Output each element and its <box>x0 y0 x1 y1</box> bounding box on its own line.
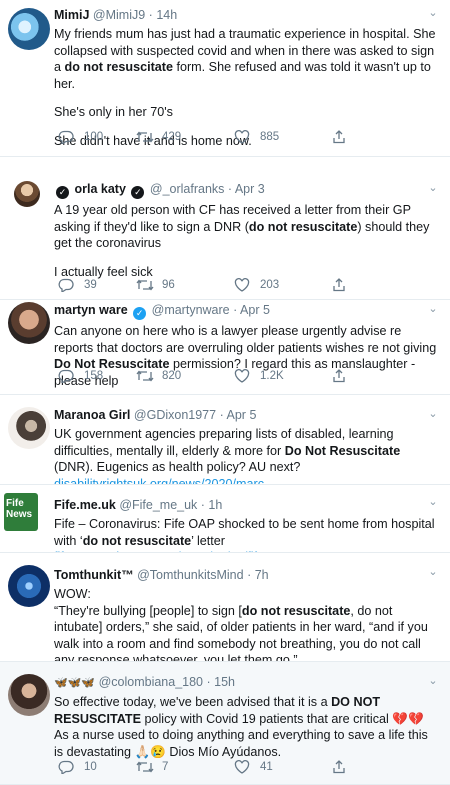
tweet-header: Maranoa Girl @GDixon1977 · Apr 5 <box>54 408 257 422</box>
avatar-text: Fife News <box>6 498 33 520</box>
display-name[interactable]: martyn ware <box>54 303 128 317</box>
tweet[interactable]: ⌄ martyn ware ✓ @martynware · Apr 5 Can … <box>0 300 450 395</box>
tweet-paragraph: So effective today, we've been advised t… <box>54 695 428 759</box>
timestamp[interactable]: Apr 5 <box>240 303 270 317</box>
tweet-text: Fife – Coronavirus: Fife OAP shocked to … <box>54 516 438 552</box>
display-name[interactable]: Fife.me.uk <box>54 498 116 512</box>
display-name[interactable]: orla katy <box>74 182 125 196</box>
verified-badge-icon: ✓ <box>56 186 69 199</box>
user-handle[interactable]: @MimiJ9 <box>93 8 145 22</box>
highlighted-term: do not resuscitate <box>241 603 351 618</box>
user-handle[interactable]: @GDixon1977 <box>134 408 216 422</box>
timestamp[interactable]: Apr 5 <box>227 408 257 422</box>
tweet-paragraph: UK government agencies preparing lists o… <box>54 426 438 485</box>
tweet-text: UK government agencies preparing lists o… <box>54 426 438 485</box>
tweet-header: 🦋🦋🦋 @colombiana_180 · 15h <box>54 675 235 689</box>
share-icon <box>333 369 345 383</box>
reply-count: 39 <box>84 279 97 291</box>
tweet[interactable]: ⌄ Tomthunkit™ @TomthunkitsMind · 7h WOW:… <box>0 553 450 662</box>
avatar[interactable] <box>8 8 50 50</box>
user-handle[interactable]: @TomthunkitsMind <box>137 568 243 582</box>
tweet-paragraph: WOW: “They're bullying [people] to sign [… <box>54 587 428 662</box>
tweet-actions: 100 429 885 <box>54 128 384 146</box>
tweet-header: MimiJ @MimiJ9 · 14h <box>54 8 178 22</box>
highlighted-term: do not resuscitate <box>82 533 192 548</box>
reply-icon <box>58 278 74 292</box>
timestamp[interactable]: 14h <box>156 8 177 22</box>
highlighted-term: DO NOT RESUSCITATE <box>54 695 381 726</box>
timestamp[interactable]: 1h <box>208 498 222 512</box>
display-name[interactable]: MimiJ <box>54 8 89 22</box>
avatar[interactable] <box>8 302 50 344</box>
timestamp[interactable]: 15h <box>214 675 235 689</box>
timestamp[interactable]: Apr 3 <box>235 182 265 196</box>
user-handle[interactable]: @martynware <box>152 303 230 317</box>
tweet-paragraph: Fife – Coronavirus: Fife OAP shocked to … <box>54 516 438 552</box>
tweet-text: WOW: “They're bullying [people] to sign [… <box>54 586 438 662</box>
tweet[interactable]: ⌄ Maranoa Girl @GDixon1977 · Apr 5 UK go… <box>0 395 450 485</box>
reply-count: 100 <box>84 131 104 143</box>
avatar[interactable] <box>8 674 50 716</box>
retweet-icon <box>136 761 154 773</box>
tweet-paragraph: She's only in her 70's <box>54 105 173 119</box>
display-name[interactable]: 🦋🦋🦋 <box>54 677 95 689</box>
like-count: 885 <box>260 131 280 143</box>
tweet-header: martyn ware ✓ @martynware · Apr 5 <box>54 303 270 320</box>
tweet-header: Tomthunkit™ @TomthunkitsMind · 7h <box>54 568 269 582</box>
share-icon <box>333 130 345 144</box>
retweet-count: 429 <box>162 131 182 143</box>
tweet[interactable]: ⌄ 🦋🦋🦋 @colombiana_180 · 15h So effective… <box>0 662 450 785</box>
like-icon <box>234 369 250 383</box>
avatar[interactable]: Fife News <box>4 493 38 531</box>
reply-count: 158 <box>84 370 104 382</box>
verified-badge-icon: ✓ <box>133 307 147 320</box>
tweet-paragraph: A 19 year old person with CF has receive… <box>54 203 430 250</box>
share-icon <box>333 278 345 292</box>
user-handle[interactable]: @Fife_me_uk <box>119 498 197 512</box>
avatar[interactable] <box>8 565 50 607</box>
tweet-link[interactable]: disabilityrightsuk.org/news/2020/marc… <box>54 477 277 485</box>
tweet-text: A 19 year old person with CF has receive… <box>54 202 438 280</box>
avatar[interactable] <box>8 407 50 449</box>
like-count: 1.2K <box>260 370 284 382</box>
timestamp[interactable]: 7h <box>255 568 269 582</box>
verified-badge-icon: ✓ <box>131 186 145 199</box>
highlighted-term: do not resuscitate <box>248 219 358 234</box>
reply-icon <box>58 369 74 383</box>
tweet-paragraph: My friends mum has just had a traumatic … <box>54 27 436 91</box>
display-name[interactable]: Tomthunkit™ <box>54 568 134 582</box>
tweet[interactable]: ⌄ MimiJ @MimiJ9 · 14h My friends mum has… <box>0 0 450 157</box>
like-count: 41 <box>260 761 273 773</box>
tweet-actions: 39 96 203 <box>54 276 384 294</box>
tweet-header: ✓ orla katy ✓ @_orlafranks · Apr 3 <box>54 181 438 199</box>
highlighted-term: Do Not Resuscitate <box>284 443 401 458</box>
user-handle[interactable]: @_orlafranks <box>150 182 225 196</box>
like-icon <box>234 130 250 144</box>
tweet-header: Fife.me.uk @Fife_me_uk · 1h <box>54 498 223 512</box>
retweet-icon <box>136 131 154 143</box>
retweet-count: 820 <box>162 370 182 382</box>
tweet-actions: 158 820 1.2K <box>54 367 384 385</box>
highlighted-term: do not resuscitate <box>64 60 173 74</box>
reply-count: 10 <box>84 761 97 773</box>
like-icon <box>234 278 250 292</box>
reply-icon <box>58 130 74 144</box>
retweet-icon <box>136 279 154 291</box>
retweet-icon <box>136 370 154 382</box>
tweet[interactable]: ⌄ ✓ orla katy ✓ @_orlafranks · Apr 3 A 1… <box>0 157 450 300</box>
reply-icon <box>58 760 74 774</box>
user-handle[interactable]: @colombiana_180 <box>99 675 203 689</box>
tweet-actions: 10 7 41 <box>54 758 384 776</box>
share-icon <box>333 760 345 774</box>
tweet[interactable]: Fife News ⌄ Fife.me.uk @Fife_me_uk · 1h … <box>0 485 450 553</box>
display-name[interactable]: Maranoa Girl <box>54 408 130 422</box>
like-icon <box>234 760 250 774</box>
like-count: 203 <box>260 279 280 291</box>
retweet-count: 96 <box>162 279 175 291</box>
tweet-feed: ⌄ MimiJ @MimiJ9 · 14h My friends mum has… <box>0 0 450 785</box>
retweet-count: 7 <box>162 761 169 773</box>
tweet-text: So effective today, we've been advised t… <box>54 694 438 760</box>
avatar[interactable] <box>14 181 40 207</box>
